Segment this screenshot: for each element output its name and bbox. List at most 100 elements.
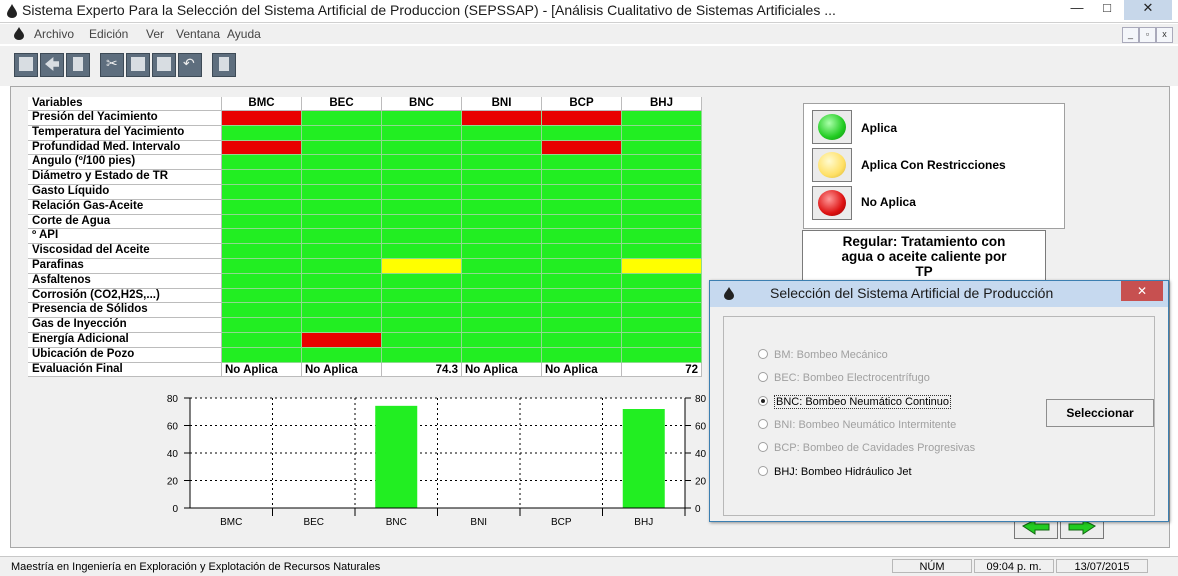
status-cell[interactable] bbox=[382, 199, 462, 215]
status-cell[interactable] bbox=[542, 229, 622, 245]
status-cell[interactable] bbox=[302, 303, 382, 319]
open-icon[interactable] bbox=[40, 53, 64, 77]
menu-ver[interactable]: Ver bbox=[146, 27, 164, 41]
next-button[interactable] bbox=[1060, 519, 1104, 539]
select-button[interactable]: Seleccionar bbox=[1046, 399, 1154, 427]
radio-button-icon[interactable] bbox=[758, 395, 768, 406]
status-cell[interactable] bbox=[542, 303, 622, 319]
radio-option-bhj[interactable]: BHJ: Bombeo Hidráulico Jet bbox=[758, 465, 912, 478]
status-cell[interactable] bbox=[542, 273, 622, 289]
status-cell[interactable] bbox=[382, 273, 462, 289]
status-cell[interactable] bbox=[382, 125, 462, 141]
status-cell[interactable] bbox=[222, 303, 302, 319]
radio-option-bni[interactable]: BNI: Bombeo Neumático Intermitente bbox=[758, 418, 956, 431]
status-cell[interactable] bbox=[462, 214, 542, 230]
status-cell[interactable] bbox=[382, 318, 462, 333]
status-cell[interactable] bbox=[542, 318, 622, 333]
status-cell[interactable] bbox=[382, 244, 462, 259]
radio-option-bcp[interactable]: BCP: Bombeo de Cavidades Progresivas bbox=[758, 442, 975, 454]
status-cell[interactable] bbox=[542, 199, 622, 215]
copy-icon[interactable] bbox=[126, 53, 150, 77]
status-cell[interactable] bbox=[462, 259, 542, 274]
status-cell[interactable] bbox=[222, 244, 302, 259]
status-cell[interactable] bbox=[462, 333, 542, 348]
radio-option-bm[interactable]: BM: Bombeo Mecánico bbox=[758, 349, 888, 361]
status-cell[interactable] bbox=[462, 318, 542, 333]
status-cell[interactable] bbox=[222, 155, 302, 171]
status-cell[interactable] bbox=[462, 244, 542, 259]
status-cell[interactable] bbox=[382, 229, 462, 245]
status-cell[interactable] bbox=[622, 214, 702, 230]
status-cell[interactable] bbox=[302, 229, 382, 245]
legend-restricciones-button[interactable] bbox=[812, 148, 852, 182]
status-cell[interactable] bbox=[542, 214, 622, 230]
cut-icon[interactable]: ✂ bbox=[100, 53, 124, 77]
status-cell[interactable] bbox=[382, 347, 462, 363]
status-cell[interactable] bbox=[462, 170, 542, 185]
status-cell[interactable] bbox=[302, 318, 382, 333]
status-cell[interactable] bbox=[462, 303, 542, 319]
status-cell[interactable] bbox=[622, 244, 702, 259]
status-cell[interactable] bbox=[462, 229, 542, 245]
status-cell[interactable] bbox=[302, 140, 382, 156]
status-cell[interactable] bbox=[222, 229, 302, 245]
paste-icon[interactable] bbox=[152, 53, 176, 77]
status-cell[interactable] bbox=[622, 140, 702, 156]
radio-option-bec[interactable]: BEC: Bombeo Electrocentrífugo bbox=[758, 372, 930, 384]
status-cell[interactable] bbox=[302, 244, 382, 259]
close-button[interactable]: ✕ bbox=[1124, 0, 1172, 20]
status-cell[interactable] bbox=[542, 125, 622, 141]
status-cell[interactable] bbox=[542, 170, 622, 185]
radio-button-icon[interactable] bbox=[758, 349, 768, 359]
status-cell[interactable] bbox=[622, 288, 702, 304]
status-cell[interactable] bbox=[302, 111, 382, 126]
status-cell[interactable] bbox=[622, 347, 702, 363]
status-cell[interactable] bbox=[302, 170, 382, 185]
status-cell[interactable] bbox=[302, 185, 382, 200]
status-cell[interactable] bbox=[622, 185, 702, 200]
status-cell[interactable] bbox=[382, 288, 462, 304]
exit-icon[interactable] bbox=[212, 53, 236, 77]
status-cell[interactable] bbox=[222, 288, 302, 304]
status-cell[interactable] bbox=[382, 111, 462, 126]
menu-edicion[interactable]: Edición bbox=[89, 27, 128, 41]
legend-aplica-button[interactable] bbox=[812, 110, 852, 144]
status-cell[interactable] bbox=[622, 259, 702, 274]
status-cell[interactable] bbox=[382, 155, 462, 171]
status-cell[interactable] bbox=[622, 303, 702, 319]
status-cell[interactable] bbox=[542, 347, 622, 363]
status-cell[interactable] bbox=[222, 199, 302, 215]
status-cell[interactable] bbox=[462, 111, 542, 126]
status-cell[interactable] bbox=[222, 318, 302, 333]
radio-button-icon[interactable] bbox=[758, 372, 768, 383]
legend-no-aplica-button[interactable] bbox=[812, 186, 852, 220]
status-cell[interactable] bbox=[382, 303, 462, 319]
status-cell[interactable] bbox=[622, 333, 702, 348]
status-cell[interactable] bbox=[222, 273, 302, 289]
mdi-restore-button[interactable]: ▫ bbox=[1139, 27, 1156, 43]
status-cell[interactable] bbox=[222, 214, 302, 230]
status-cell[interactable] bbox=[542, 185, 622, 200]
radio-button-icon[interactable] bbox=[758, 418, 768, 429]
status-cell[interactable] bbox=[462, 140, 542, 156]
status-cell[interactable] bbox=[302, 214, 382, 230]
status-cell[interactable] bbox=[222, 125, 302, 141]
status-cell[interactable] bbox=[222, 185, 302, 200]
status-cell[interactable] bbox=[622, 318, 702, 333]
status-cell[interactable] bbox=[382, 140, 462, 156]
status-cell[interactable] bbox=[622, 125, 702, 141]
radio-button-icon[interactable] bbox=[758, 465, 768, 476]
status-cell[interactable] bbox=[302, 259, 382, 274]
menu-ventana[interactable]: Ventana bbox=[176, 27, 220, 41]
new-icon[interactable] bbox=[14, 53, 38, 77]
status-cell[interactable] bbox=[222, 259, 302, 274]
status-cell[interactable] bbox=[542, 140, 622, 156]
menu-archivo[interactable]: Archivo bbox=[34, 27, 74, 41]
previous-button[interactable] bbox=[1014, 519, 1058, 539]
status-cell[interactable] bbox=[462, 155, 542, 171]
status-cell[interactable] bbox=[222, 170, 302, 185]
status-cell[interactable] bbox=[302, 155, 382, 171]
status-cell[interactable] bbox=[622, 155, 702, 171]
status-cell[interactable] bbox=[542, 111, 622, 126]
status-cell[interactable] bbox=[382, 259, 462, 274]
